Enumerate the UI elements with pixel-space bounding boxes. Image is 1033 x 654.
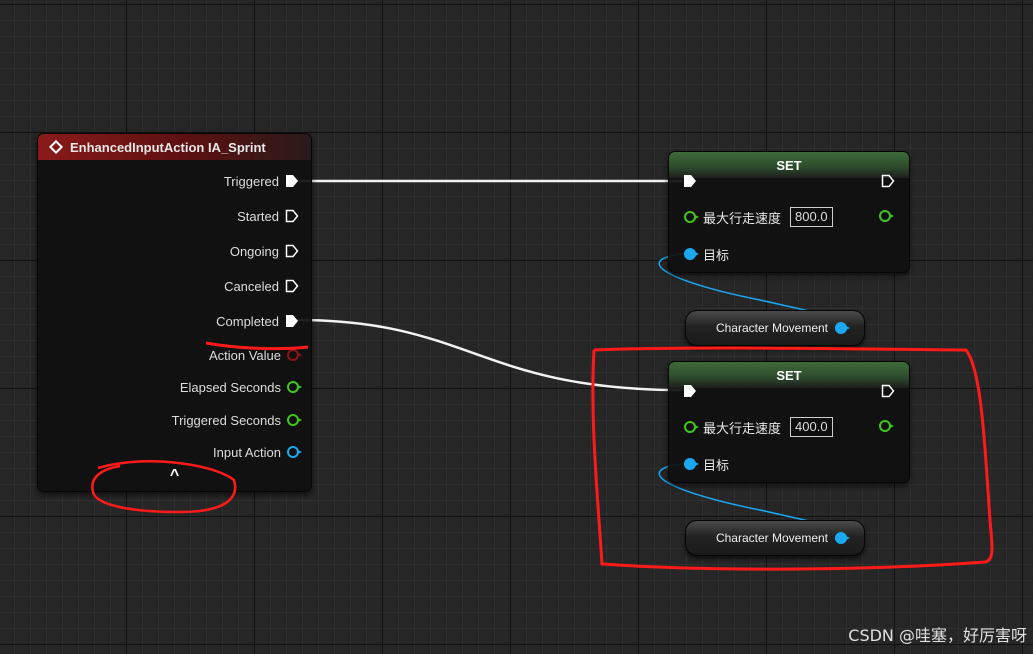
red-underline-annotation [205, 341, 309, 351]
annotation-layer [91, 341, 994, 571]
red-box-annotation [591, 346, 994, 571]
watermark-text: CSDN @哇塞，好厉害呀 [848, 626, 1027, 645]
red-circle-annotation [91, 460, 237, 514]
